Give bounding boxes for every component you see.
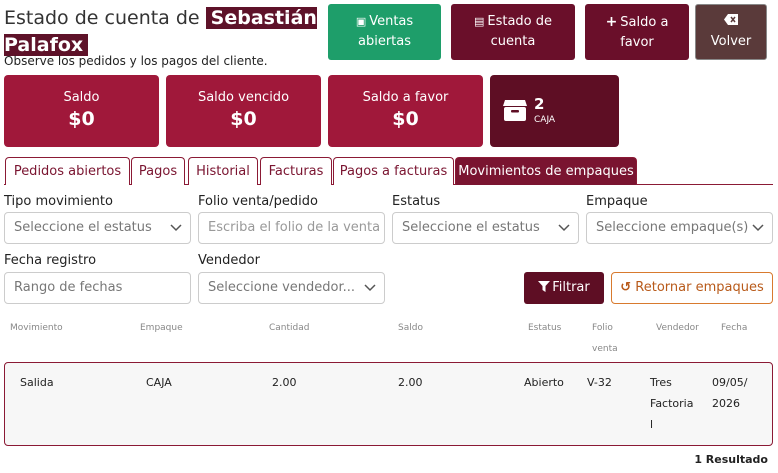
saldo-label: Saldo [63, 90, 100, 105]
empaque-placeholder: Seleccione empaque(s) [596, 220, 749, 235]
retornar-empaques-button[interactable]: ↺ Retornar empaques [611, 272, 773, 304]
estatus-placeholder: Seleccione el estatus [402, 220, 540, 235]
chevron-down-icon [752, 224, 764, 232]
estado-cuenta-label-2: cuenta [490, 34, 536, 49]
empaque-label: Empaque [586, 194, 648, 209]
tab-bar: Pedidos abiertos Pagos Historial Factura… [4, 157, 773, 185]
plus-icon: + [605, 13, 618, 30]
filtrar-button[interactable]: Filtrar [524, 272, 604, 304]
volver-button[interactable]: Volver [695, 4, 767, 60]
backspace-icon [696, 12, 766, 32]
column-header-saldo: Saldo [398, 323, 423, 333]
excel-file-icon: ▣ [355, 15, 367, 28]
box-count: 2 [534, 95, 545, 113]
vendedor-label: Vendedor [198, 253, 260, 268]
saldo-favor-label-2: favor [620, 34, 654, 50]
vendedor-select[interactable]: Seleccione vendedor... [198, 272, 385, 304]
column-header-fecha: Fecha [721, 323, 748, 333]
column-header-movimiento: Movimiento [10, 323, 63, 333]
tipo-movimiento-label: Tipo movimiento [4, 194, 113, 209]
estado-cuenta-label: Estado de [487, 14, 553, 29]
cell-empaque: CAJA [146, 376, 172, 389]
fecha-placeholder: Rango de fechas [14, 280, 123, 295]
column-header-empaque: Empaque [140, 323, 183, 333]
folio-input[interactable]: Escriba el folio de la venta o [198, 212, 385, 244]
column-header-estatus: Estatus [528, 323, 562, 333]
estatus-select[interactable]: Seleccione el estatus [392, 212, 579, 244]
title-prefix: Estado de cuenta de [4, 7, 200, 29]
tab-facturas[interactable]: Facturas [260, 157, 332, 185]
estado-cuenta-button[interactable]: ▤ Estado de cuenta [451, 4, 575, 60]
page-title: Estado de cuenta de Sebastián Palafox [4, 5, 324, 59]
saldo-vencido-card: Saldo vencido $0 [166, 75, 321, 147]
column-header-vendedor: Vendedor [656, 323, 699, 333]
cell-folio: V-32 [587, 376, 612, 389]
tab-pagos-facturas[interactable]: Pagos a facturas [333, 157, 454, 185]
column-header-cantidad: Cantidad [269, 323, 310, 333]
page-subtitle: Observe los pedidos y los pagos del clie… [4, 54, 268, 68]
saldo-favor-label: Saldo a [620, 14, 669, 30]
volver-label: Volver [710, 34, 752, 49]
cell-fecha: 09/05/ 2026 [712, 376, 748, 410]
tipo-movimiento-placeholder: Seleccione el estatus [14, 220, 152, 235]
saldo-value: $0 [68, 108, 95, 130]
saldo-favor-card: Saldo a favor $0 [328, 75, 483, 147]
saldo-vencido-label: Saldo vencido [197, 90, 290, 105]
saldo-favor-card-label: Saldo a favor [362, 90, 449, 105]
saldo-card: Saldo $0 [4, 75, 159, 147]
cell-saldo: 2.00 [398, 376, 423, 389]
column-header-folio-venta: Folio venta [592, 323, 618, 354]
tab-historial[interactable]: Historial [188, 157, 258, 185]
result-count: 1 Resultado [694, 453, 768, 466]
filtrar-label: Filtrar [552, 280, 590, 295]
saldo-favor-card-value: $0 [392, 108, 419, 130]
fecha-registro-input[interactable]: Rango de fechas [4, 272, 191, 304]
fecha-registro-label: Fecha registro [4, 253, 97, 268]
ventas-abiertas-label-2: abiertas [357, 34, 411, 49]
tab-movimientos-empaques[interactable]: Movimientos de empaques [455, 157, 637, 185]
chevron-down-icon [364, 284, 376, 292]
cell-vendedor: Tres Factoria l [650, 376, 694, 431]
cell-cantidad: 2.00 [272, 376, 297, 389]
retornar-label: Retornar empaques [635, 280, 764, 295]
filter-icon [538, 281, 551, 292]
ventas-abiertas-button[interactable]: ▣ Ventas abiertas [328, 4, 441, 60]
box-icon [503, 100, 527, 121]
ventas-abiertas-label: Ventas [369, 14, 414, 29]
tab-pedidos-abiertos[interactable]: Pedidos abiertos [5, 157, 130, 185]
folio-placeholder: Escriba el folio de la venta o [208, 220, 385, 235]
box-label: CAJA [534, 115, 556, 125]
saldo-vencido-value: $0 [230, 108, 257, 130]
cell-estatus: Abierto [524, 376, 564, 389]
pdf-file-icon: ▤ [473, 15, 485, 28]
estatus-label: Estatus [392, 194, 441, 209]
tipo-movimiento-select[interactable]: Seleccione el estatus [4, 212, 191, 244]
chevron-down-icon [170, 224, 182, 232]
chevron-down-icon [558, 224, 570, 232]
undo-icon: ↺ [620, 280, 632, 295]
vendedor-placeholder: Seleccione vendedor... [208, 280, 356, 295]
tab-pagos[interactable]: Pagos [131, 157, 185, 185]
folio-label: Folio venta/pedido [198, 194, 318, 209]
empaque-card: 2 CAJA [490, 75, 619, 147]
cell-movimiento: Salida [20, 376, 54, 389]
saldo-favor-button[interactable]: + Saldo a favor [585, 4, 689, 60]
empaque-select[interactable]: Seleccione empaque(s) [586, 212, 773, 244]
